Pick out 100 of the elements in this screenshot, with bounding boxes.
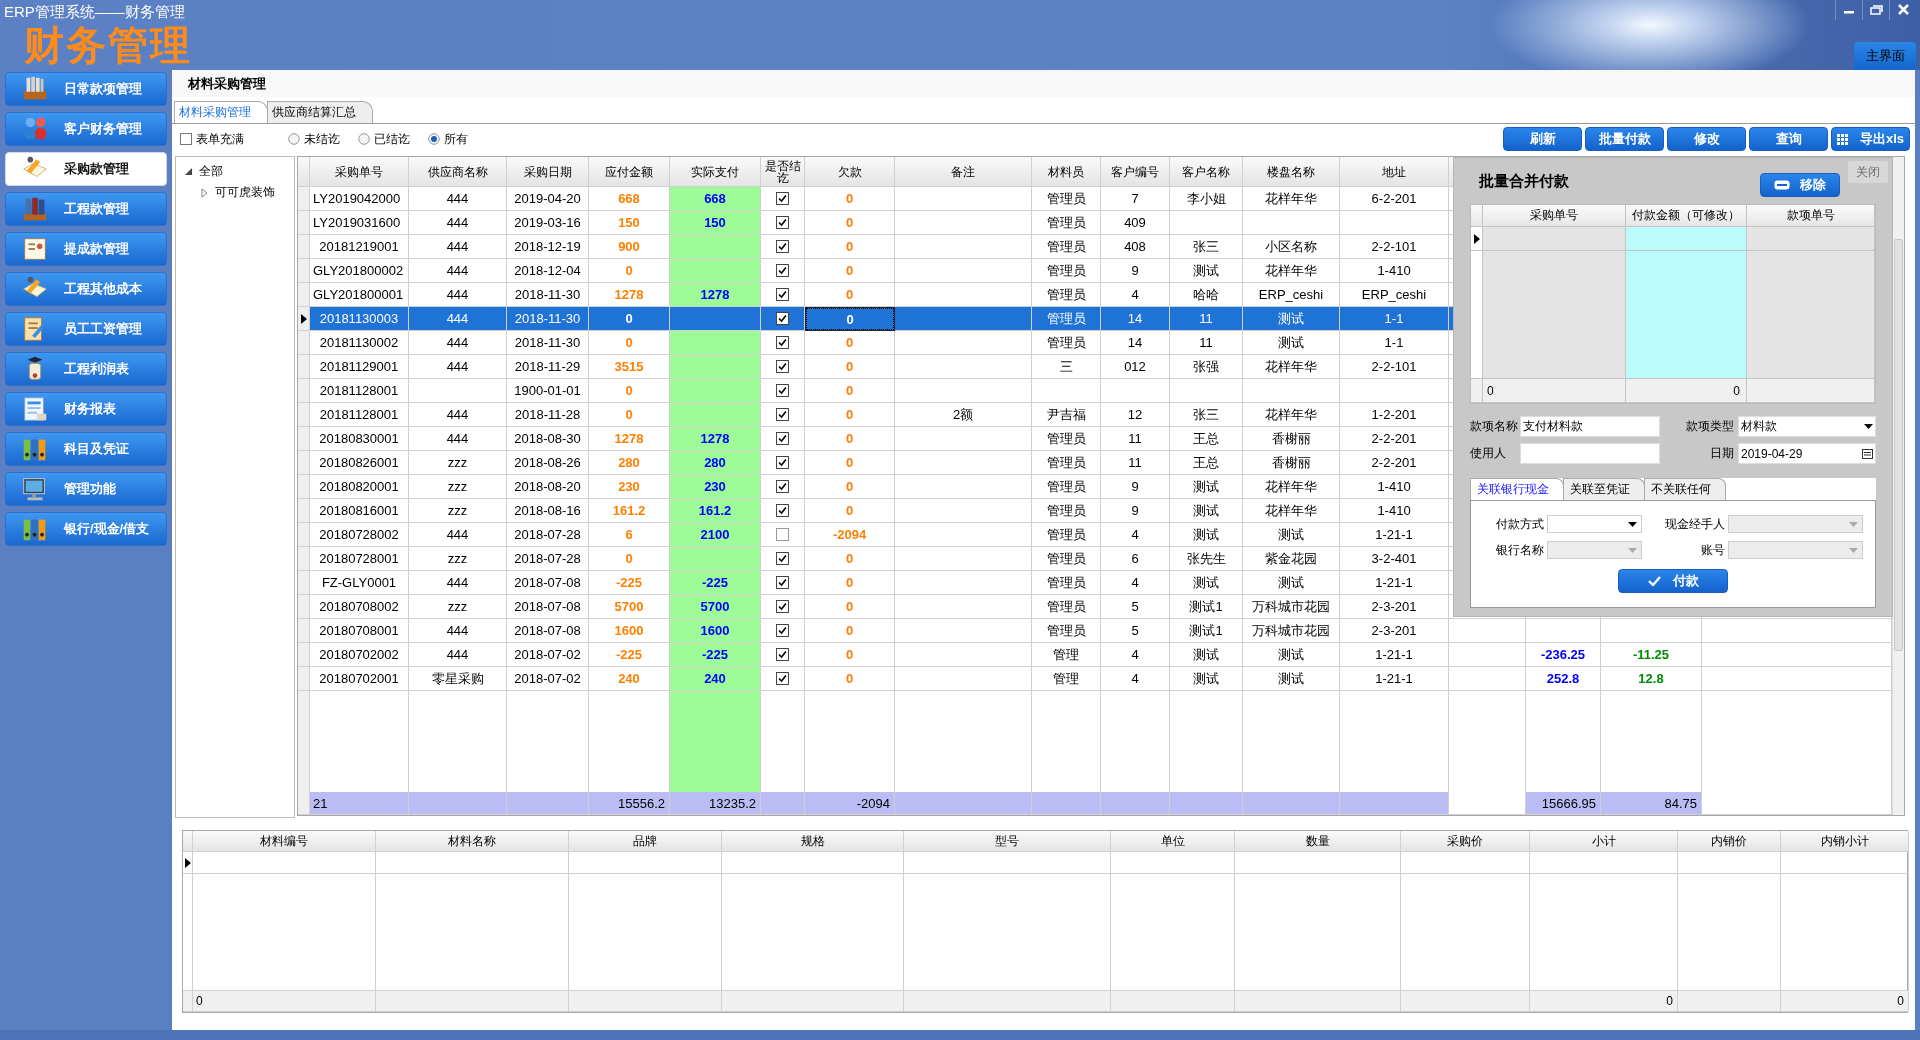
- table-cell: 2018-08-30: [507, 427, 589, 451]
- table-cell: 1278: [670, 283, 761, 307]
- checkbox[interactable]: [776, 240, 789, 253]
- column-header[interactable]: 供应商名称: [409, 157, 507, 187]
- expanded-caret-icon[interactable]: [184, 166, 193, 177]
- column-header[interactable]: 采购单号: [1483, 205, 1626, 227]
- checkbox[interactable]: [776, 408, 789, 421]
- sidebar-item[interactable]: 工程利润表: [5, 352, 167, 386]
- column-header[interactable]: 款项单号: [1747, 205, 1875, 227]
- column-header[interactable]: 备注: [895, 157, 1032, 187]
- sidebar-item[interactable]: 日常款项管理: [5, 72, 167, 106]
- sidebar-item[interactable]: 银行/现金/借支: [5, 512, 167, 546]
- type-dropdown[interactable]: 材料款: [1738, 416, 1876, 437]
- tab[interactable]: 供应商结算汇总: [267, 101, 373, 123]
- checkbox[interactable]: [776, 288, 789, 301]
- checkbox[interactable]: [776, 432, 789, 445]
- checkbox[interactable]: [776, 648, 789, 661]
- toolbar-button[interactable]: 修改: [1667, 127, 1746, 151]
- radio-button[interactable]: [288, 133, 300, 145]
- checkbox[interactable]: [776, 312, 789, 325]
- checkbox[interactable]: [776, 360, 789, 373]
- home-tab[interactable]: 主界面: [1854, 42, 1916, 70]
- column-header[interactable]: 实际支付: [670, 157, 761, 187]
- column-header[interactable]: 客户编号: [1101, 157, 1170, 187]
- column-header[interactable]: 单位: [1111, 831, 1235, 852]
- row-header[interactable]: [298, 307, 310, 331]
- date-field[interactable]: 2019-04-29: [1738, 443, 1876, 464]
- checkbox[interactable]: [180, 133, 192, 145]
- tab[interactable]: 关联银行现金: [1470, 478, 1564, 500]
- tree-item[interactable]: 全部: [199, 163, 223, 180]
- tree-item[interactable]: 可可虎装饰: [215, 184, 275, 201]
- remove-button[interactable]: 移除: [1760, 173, 1840, 197]
- table-cell[interactable]: [1626, 227, 1747, 251]
- checkbox[interactable]: [776, 192, 789, 205]
- checkbox[interactable]: [776, 384, 789, 397]
- sidebar-item[interactable]: 财务报表: [5, 392, 167, 426]
- row-header[interactable]: [1471, 227, 1483, 251]
- column-header[interactable]: 数量: [1235, 831, 1401, 852]
- pay-button[interactable]: 付款: [1618, 569, 1728, 593]
- checkbox[interactable]: [776, 528, 789, 541]
- tab[interactable]: 关联至凭证: [1563, 478, 1645, 500]
- table-cell: -11.25: [1601, 643, 1702, 667]
- toolbar-button[interactable]: 导出xls: [1831, 127, 1910, 151]
- checkbox[interactable]: [776, 336, 789, 349]
- table-cell: 1-1: [1340, 307, 1449, 331]
- checkbox[interactable]: [776, 504, 789, 517]
- total-cell: -2094: [805, 792, 895, 815]
- checkbox[interactable]: [776, 480, 789, 493]
- tab[interactable]: 不关联任何: [1644, 478, 1726, 500]
- column-header[interactable]: 内销价: [1678, 831, 1781, 852]
- column-header[interactable]: 采购价: [1401, 831, 1530, 852]
- text-field[interactable]: 支付材料款: [1520, 416, 1660, 437]
- column-header[interactable]: 地址: [1340, 157, 1449, 187]
- column-header[interactable]: 欠款: [805, 157, 895, 187]
- sidebar-item[interactable]: 管理功能: [5, 472, 167, 506]
- sidebar-item[interactable]: 工程款管理: [5, 192, 167, 226]
- checkbox[interactable]: [776, 672, 789, 685]
- column-header[interactable]: 小计: [1530, 831, 1678, 852]
- radio-button[interactable]: [358, 133, 370, 145]
- checkbox[interactable]: [776, 456, 789, 469]
- close-button[interactable]: 关闭: [1848, 161, 1888, 183]
- table-cell: 2018-07-08: [507, 571, 589, 595]
- column-header[interactable]: 采购单号: [310, 157, 409, 187]
- toolbar-button[interactable]: 刷新: [1503, 127, 1582, 151]
- sidebar-item[interactable]: 工程其他成本: [5, 272, 167, 306]
- table-cell: 0: [805, 355, 895, 379]
- column-header[interactable]: 楼盘名称: [1243, 157, 1340, 187]
- row-header[interactable]: [183, 852, 193, 874]
- column-header[interactable]: 型号: [904, 831, 1111, 852]
- column-header[interactable]: 应付金额: [589, 157, 670, 187]
- radio-button[interactable]: [428, 133, 440, 145]
- checkbox[interactable]: [776, 624, 789, 637]
- text-field[interactable]: [1520, 443, 1660, 464]
- column-header[interactable]: 客户名称: [1170, 157, 1243, 187]
- sidebar-item[interactable]: 客户财务管理: [5, 112, 167, 146]
- table-cell: 444: [409, 403, 507, 427]
- checkbox[interactable]: [776, 264, 789, 277]
- sidebar-item[interactable]: 提成款管理: [5, 232, 167, 266]
- sidebar-item[interactable]: 采购款管理: [5, 152, 167, 186]
- toolbar-button[interactable]: 批量付款: [1585, 127, 1664, 151]
- tab[interactable]: 材料采购管理: [174, 101, 268, 123]
- sidebar-item[interactable]: 科目及凭证: [5, 432, 167, 466]
- toolbar-button[interactable]: 查询: [1749, 127, 1828, 151]
- calendar-icon[interactable]: [1862, 448, 1873, 459]
- column-header[interactable]: 内销小计: [1781, 831, 1909, 852]
- checkbox[interactable]: [776, 600, 789, 613]
- column-header[interactable]: 付款金额（可修改）: [1626, 205, 1747, 227]
- column-header[interactable]: 采购日期: [507, 157, 589, 187]
- column-header[interactable]: 材料编号: [193, 831, 376, 852]
- column-header[interactable]: 品牌: [569, 831, 722, 852]
- column-header[interactable]: 是否结讫: [761, 157, 805, 187]
- column-header[interactable]: 材料名称: [376, 831, 569, 852]
- checkbox[interactable]: [776, 552, 789, 565]
- checkbox[interactable]: [776, 216, 789, 229]
- checkbox[interactable]: [776, 576, 789, 589]
- collapsed-caret-icon[interactable]: [200, 187, 209, 198]
- sidebar-item[interactable]: 员工工资管理: [5, 312, 167, 346]
- column-header[interactable]: 规格: [722, 831, 904, 852]
- column-header[interactable]: 材料员: [1032, 157, 1101, 187]
- table-cell: 444: [409, 259, 507, 283]
